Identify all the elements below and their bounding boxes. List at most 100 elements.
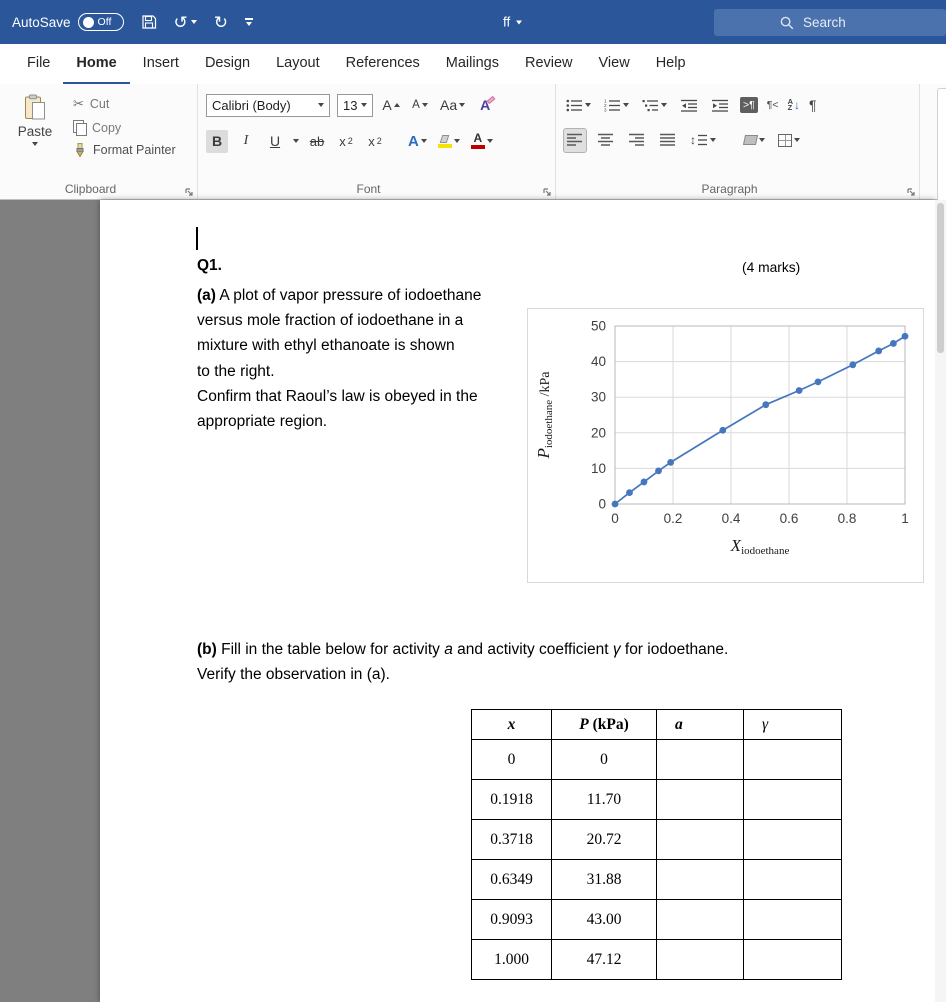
copy-button[interactable]: Copy <box>73 120 176 136</box>
justify-button[interactable] <box>657 129 679 152</box>
undo-dropdown-icon[interactable] <box>190 20 197 24</box>
cell-p[interactable]: 31.88 <box>551 859 657 900</box>
paste-dropdown-icon[interactable] <box>32 142 38 146</box>
clipboard-dialog-launcher[interactable] <box>184 187 194 197</box>
search-box[interactable]: Search <box>714 9 946 36</box>
grow-font-button[interactable]: A <box>380 94 402 117</box>
tab-file[interactable]: File <box>14 44 63 84</box>
tab-insert[interactable]: Insert <box>130 44 192 84</box>
format-painter-button[interactable]: Format Painter <box>73 143 176 157</box>
table-row: 0.9093 43.00 <box>471 899 842 940</box>
numbering-dropdown-icon[interactable] <box>623 103 629 107</box>
document-title-menu[interactable]: ff <box>503 15 523 30</box>
line-spacing-dropdown-icon[interactable] <box>710 138 716 142</box>
paragraph-dialog-launcher[interactable] <box>906 187 916 197</box>
cell-x[interactable]: 0 <box>471 739 552 780</box>
redo-button[interactable]: ↻ <box>214 14 228 31</box>
shrink-font-button[interactable]: A <box>409 94 431 117</box>
cell-a[interactable] <box>656 859 744 900</box>
tab-review[interactable]: Review <box>512 44 586 84</box>
col-header-gamma: γ <box>743 709 842 740</box>
document-page[interactable]: Q1. (4 marks) (a) A plot of vapor pressu… <box>100 200 935 1002</box>
cell-x[interactable]: 0.9093 <box>471 899 552 940</box>
sort-button[interactable]: AZ ↓ <box>788 98 800 112</box>
cell-x[interactable]: 1.000 <box>471 939 552 980</box>
vertical-scrollbar[interactable] <box>935 200 946 1002</box>
italic-button[interactable]: I <box>235 130 257 153</box>
table-header-row: x P (kPa) a γ <box>471 709 842 740</box>
increase-indent-button[interactable] <box>709 94 731 117</box>
align-center-button[interactable] <box>595 129 617 152</box>
shading-button[interactable] <box>742 129 767 152</box>
vapor-pressure-chart-object[interactable]: 0 10 20 30 40 50 0 0.2 0.4 0.6 0.8 1 Piodoethane /kP… <box>527 308 924 583</box>
paste-icon <box>25 94 45 120</box>
superscript-button[interactable]: x2 <box>364 130 386 153</box>
cell-gamma[interactable] <box>743 819 842 860</box>
borders-button[interactable] <box>776 129 802 152</box>
tab-references[interactable]: References <box>333 44 433 84</box>
autosave-toggle[interactable]: Off <box>77 13 124 31</box>
bold-button[interactable]: B <box>206 129 228 153</box>
subscript-button[interactable]: x2 <box>335 130 357 153</box>
cell-p[interactable]: 11.70 <box>551 779 657 820</box>
cell-a[interactable] <box>656 819 744 860</box>
tab-help[interactable]: Help <box>643 44 699 84</box>
font-color-dropdown-icon[interactable] <box>486 139 493 143</box>
shading-dropdown-icon[interactable] <box>759 138 765 142</box>
bullets-dropdown-icon[interactable] <box>585 103 591 107</box>
tab-layout[interactable]: Layout <box>263 44 333 84</box>
cell-x[interactable]: 0.3718 <box>471 819 552 860</box>
paste-button[interactable]: Paste <box>8 93 62 157</box>
font-dialog-launcher[interactable] <box>542 187 552 197</box>
ltr-text-direction-button[interactable]: >¶ <box>740 97 758 113</box>
cell-a[interactable] <box>656 939 744 980</box>
underline-button[interactable]: U <box>264 130 286 153</box>
cell-gamma[interactable] <box>743 859 842 900</box>
cell-p[interactable]: 47.12 <box>551 939 657 980</box>
scrollbar-thumb[interactable] <box>937 203 944 353</box>
cell-p[interactable]: 0 <box>551 739 657 780</box>
cut-button[interactable]: ✂ Cut <box>73 96 176 112</box>
decrease-indent-button[interactable] <box>678 94 700 117</box>
cell-x[interactable]: 0.1918 <box>471 779 552 820</box>
align-left-button[interactable] <box>563 127 587 153</box>
tab-design[interactable]: Design <box>192 44 263 84</box>
multilevel-list-button[interactable] <box>640 94 669 117</box>
highlight-dropdown-icon[interactable] <box>453 139 460 143</box>
cell-gamma[interactable] <box>743 939 842 980</box>
show-formatting-marks-button[interactable]: ¶ <box>809 97 817 113</box>
tab-home[interactable]: Home <box>63 44 130 84</box>
cell-a[interactable] <box>656 899 744 940</box>
cell-a[interactable] <box>656 739 744 780</box>
cell-gamma[interactable] <box>743 899 842 940</box>
line-spacing-button[interactable]: ↕ <box>688 129 718 152</box>
font-size-combobox[interactable]: 13 <box>337 93 373 117</box>
align-right-button[interactable] <box>626 129 648 152</box>
tab-mailings[interactable]: Mailings <box>433 44 512 84</box>
text-effects-button[interactable]: A <box>406 130 429 153</box>
undo-button[interactable]: ↺ <box>174 14 197 31</box>
strikethrough-button[interactable]: ab <box>306 130 328 153</box>
cell-p[interactable]: 20.72 <box>551 819 657 860</box>
borders-dropdown-icon[interactable] <box>794 138 800 142</box>
save-button[interactable] <box>141 14 157 30</box>
activity-table[interactable]: x P (kPa) a γ 0 0 0.1918 11.70 0.3718 20… <box>471 709 842 980</box>
cell-x[interactable]: 0.6349 <box>471 859 552 900</box>
change-case-button[interactable]: Aa <box>438 94 467 117</box>
font-name-combobox[interactable]: Calibri (Body) <box>206 93 330 117</box>
undo-icon: ↺ <box>173 12 188 32</box>
tab-view[interactable]: View <box>586 44 643 84</box>
cell-gamma[interactable] <box>743 779 842 820</box>
text-highlight-button[interactable] <box>436 130 462 153</box>
qat-customize-button[interactable] <box>245 18 254 26</box>
multilevel-dropdown-icon[interactable] <box>661 103 667 107</box>
clear-formatting-button[interactable]: A <box>474 94 496 117</box>
cell-a[interactable] <box>656 779 744 820</box>
rtl-text-direction-button[interactable]: ¶< <box>767 99 779 111</box>
cell-gamma[interactable] <box>743 739 842 780</box>
cell-p[interactable]: 43.00 <box>551 899 657 940</box>
bullets-button[interactable] <box>564 94 593 117</box>
font-color-button[interactable]: A <box>469 130 495 153</box>
numbering-button[interactable]: 1 2 3 <box>602 94 631 117</box>
underline-dropdown-icon[interactable] <box>293 139 299 143</box>
